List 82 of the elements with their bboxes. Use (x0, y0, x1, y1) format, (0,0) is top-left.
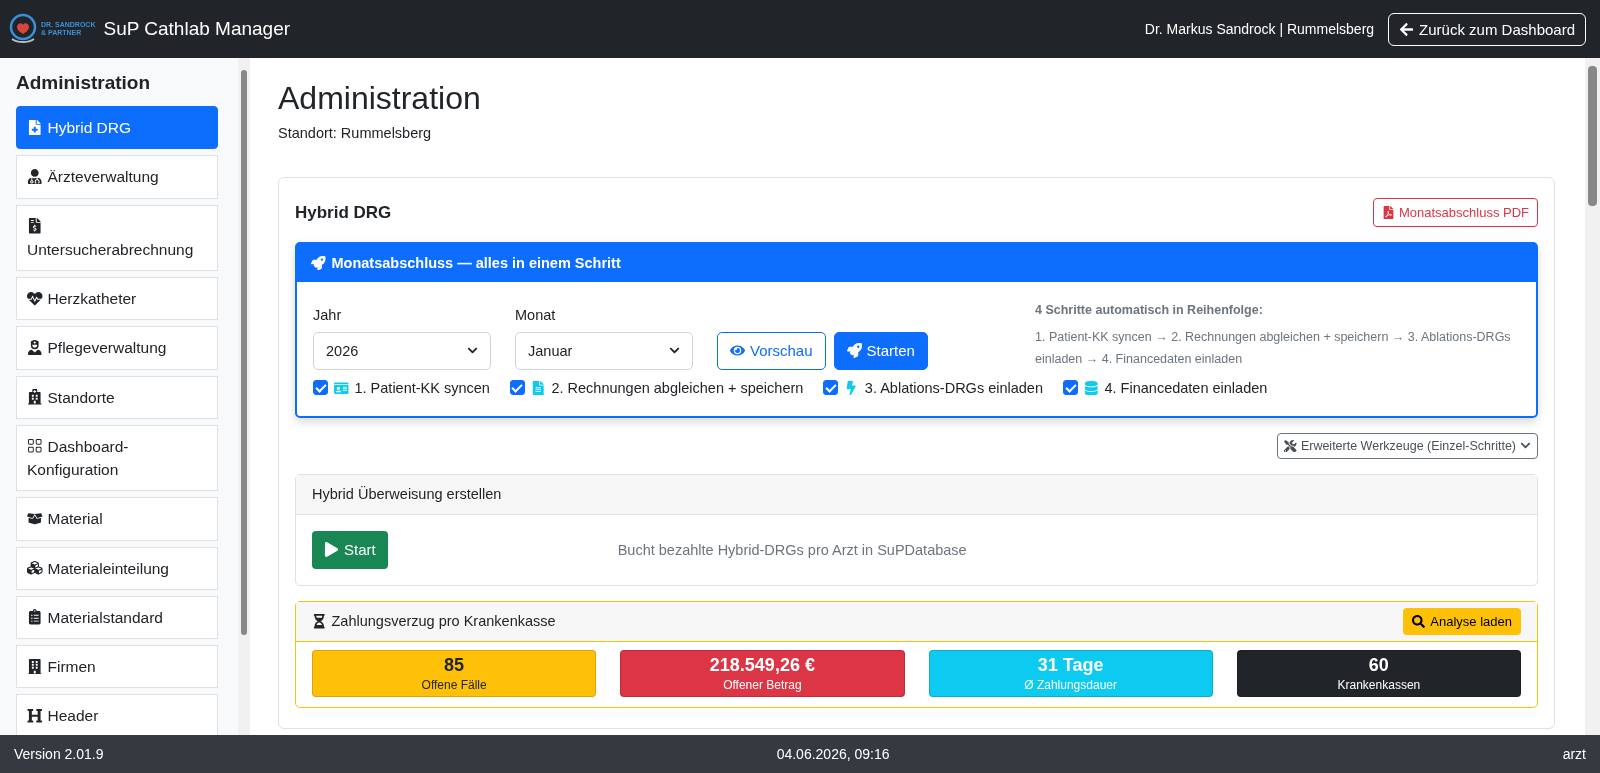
stat-label: Offene Fälle (420, 677, 488, 692)
version-text: Version 2.01.9 (14, 746, 104, 762)
sidebar-item[interactable]: Herzkatheter (16, 277, 218, 321)
database-icon (1084, 380, 1099, 395)
stat-value: 85 (443, 654, 466, 676)
start-button[interactable]: Starten (833, 331, 928, 370)
search-icon (1412, 614, 1426, 628)
pdf-file-icon (1381, 206, 1395, 219)
document-icon (530, 380, 546, 395)
stat-value: 31 Tage (1036, 654, 1105, 676)
info-title: 4 Schritte automatisch in Reihenfolge: (1035, 302, 1264, 319)
preview-button[interactable]: Vorschau (717, 331, 826, 370)
checkbox[interactable] (823, 380, 839, 396)
user-name: Dr. Markus Sandrock | Rummelsberg (1144, 21, 1375, 37)
sidebar-item[interactable]: Header (16, 694, 218, 735)
nurse-icon (27, 339, 43, 356)
load-analysis-button[interactable]: Analyse laden (1403, 607, 1521, 635)
checkbox[interactable] (313, 380, 328, 396)
hourglass-icon (312, 614, 327, 629)
scrollbar[interactable] (1585, 58, 1600, 735)
step-label: 4. Financedaten einladen (1104, 379, 1268, 396)
grid-icon (27, 438, 43, 454)
cubes-icon (27, 560, 43, 576)
panel-title: Zahlungsverzug pro Krankenkasse (331, 613, 556, 630)
checkbox[interactable] (1063, 380, 1078, 396)
app-title: SuP Cathlab Manager (103, 18, 291, 40)
stat-label: Offener Betrag (722, 677, 803, 692)
medical-file-icon (27, 119, 43, 135)
checkbox[interactable] (509, 380, 525, 396)
id-card-icon (334, 380, 349, 395)
heading-icon (27, 707, 43, 724)
stat-value: 218.549,26 € (708, 654, 816, 676)
info-text: 1. Patient-KK syncen → 2. Rechnungen abgleichen + speichern → 3. Ablations-DRGs einladen → 4. Financedaten einladen (1035, 329, 1512, 368)
back-button[interactable]: Zurück zum Dashboard (1388, 12, 1586, 46)
sidebar-item[interactable]: Standorte (16, 375, 218, 419)
description-text: Bucht bezahlte Hybrid-DRGs pro Arzt in SuPDatabase (617, 541, 967, 558)
sidebar-item[interactable]: Pflegeverwaltung (16, 326, 218, 370)
sidebar-item[interactable]: Materialstandard (16, 595, 218, 639)
year-select[interactable]: 2026 (313, 331, 491, 370)
tools-icon (1284, 439, 1297, 452)
step-label: 1. Patient-KK syncen (354, 379, 490, 396)
sidebar-item[interactable]: Materialeinteilung (16, 546, 218, 590)
month-select[interactable]: Januar (515, 331, 693, 370)
start-button[interactable]: Start (312, 530, 388, 569)
card-title: Hybrid DRG (295, 202, 392, 223)
scrollbar[interactable] (238, 58, 250, 735)
rocket-icon (846, 343, 862, 359)
heartbeat-icon (27, 290, 43, 306)
sidebar-item[interactable]: Dashboard-Konfiguration (16, 424, 218, 492)
user-role-text: arzt (1562, 746, 1586, 762)
datetime-text: 04.06.2026, 09:16 (776, 746, 890, 762)
step-label: 3. Ablations-DRGs einladen (864, 379, 1043, 396)
sidebar-item[interactable]: Firmen (16, 645, 218, 689)
panel-title: Monatsabschluss — alles in einem Schritt (331, 255, 621, 271)
field-label: Monat (515, 306, 557, 323)
sidebar-title: Administration (16, 72, 152, 94)
building-icon (27, 658, 43, 674)
logo-icon (8, 13, 38, 45)
pdf-button[interactable]: Monatsabschluss PDF (1372, 198, 1538, 227)
panel-title: Hybrid Überweisung erstellen (312, 486, 502, 503)
field-label: Jahr (313, 306, 343, 323)
page-title: Administration (278, 80, 482, 117)
stat-label: Ø Zahlungsdauer (1023, 677, 1118, 692)
box-icon (27, 510, 43, 527)
sidebar-item[interactable]: Ärzteverwaltung (16, 155, 218, 199)
stat-label: Krankenkassen (1336, 677, 1422, 692)
sidebar-item[interactable]: Hybrid DRG (16, 106, 218, 150)
lightning-icon (844, 380, 859, 395)
step-label: 2. Rechnungen abgleichen + speichern (551, 379, 804, 396)
sidebar-item[interactable]: Untersucherabrechnung (16, 204, 218, 271)
arrow-left-icon (1399, 21, 1415, 37)
invoice-icon (27, 218, 43, 234)
rocket-icon (311, 255, 326, 271)
tools-dropdown-button[interactable]: Erweiterte Werkzeuge (Einzel-Schritte) (1277, 432, 1538, 459)
doctor-icon (27, 168, 43, 185)
sidebar-item[interactable]: Material (16, 497, 218, 541)
play-icon (324, 542, 339, 558)
eye-icon (730, 343, 745, 359)
stat-value: 60 (1367, 654, 1390, 676)
location-text: Standort: Rummelsberg (278, 125, 433, 141)
clipboard-icon (27, 609, 43, 625)
hospital-icon (27, 389, 43, 405)
